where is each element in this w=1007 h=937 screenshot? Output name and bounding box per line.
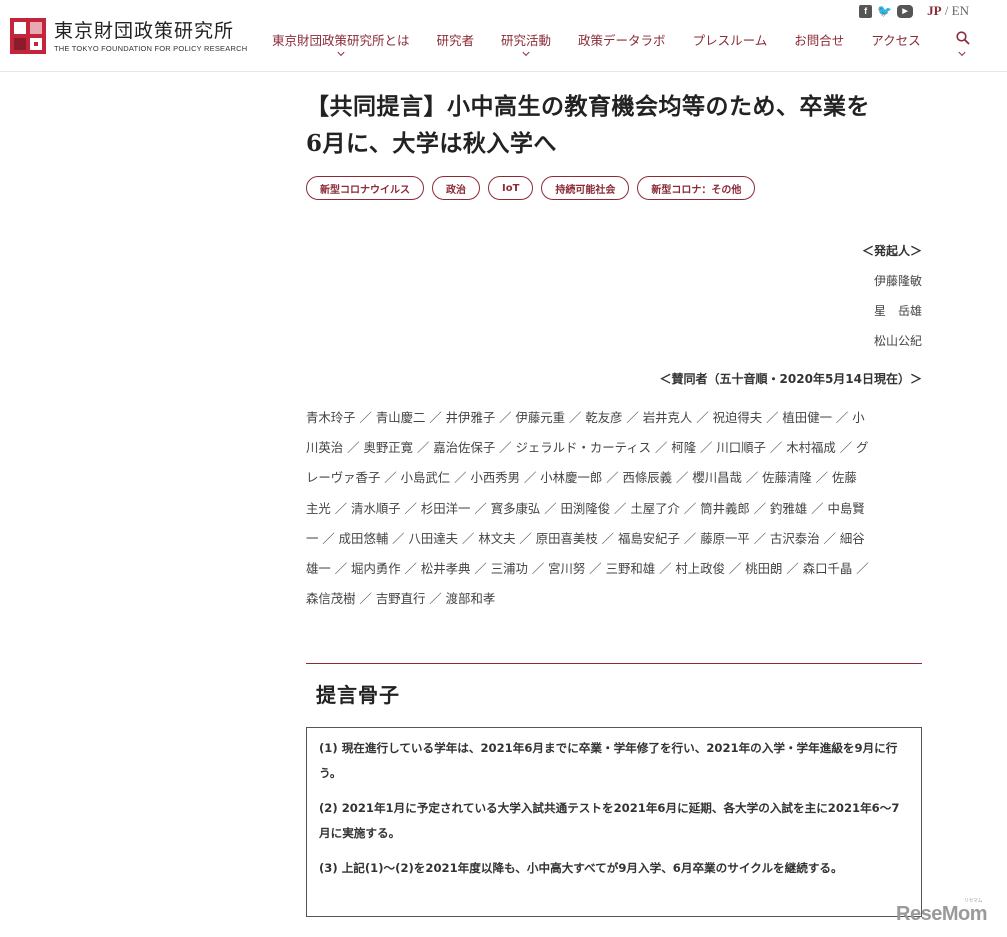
article-title: 【共同提言】小中高生の教育機会均等のため、卒業を 6月に、大学は秋入学へ — [306, 88, 922, 162]
initiator-name: 松山公紀 — [873, 334, 922, 348]
tag-item[interactable]: 政治 — [432, 176, 480, 200]
logo-mark-icon — [10, 18, 46, 54]
social-links: f 🐦 ▶ — [859, 4, 914, 18]
supporters-line: 主光 ／ 清水順子 ／ 杉田洋一 ／ 寳多康弘 ／ 田渕隆俊 ／ 土屋了介 ／ … — [306, 500, 865, 516]
lang-en-link[interactable]: EN — [952, 3, 969, 18]
logo-japanese: 東京財団政策研究所 — [54, 19, 235, 42]
supporters-line: 青木玲子 ／ 青山慶二 ／ 井伊雅子 ／ 伊藤元重 ／ 乾友彦 ／ 岩井克人 ／… — [306, 410, 865, 425]
section-divider — [306, 663, 922, 664]
logo-english: THE TOKYO FOUNDATION FOR POLICY RESEARCH — [54, 43, 248, 53]
main-nav: 東京財団政策研究所とは 研究者 研究活動 政策データラボ プレスルーム お問合せ… — [272, 30, 921, 57]
watermark-text: ReseMom — [896, 903, 987, 925]
chevron-down-icon — [337, 48, 345, 57]
nav-research[interactable]: 研究活動 — [501, 30, 552, 57]
supporters-block: ＜賛同者（五十音順・2020年5月14日現在）＞ — [306, 370, 922, 387]
tag-item[interactable]: 新型コロナウイルス — [306, 176, 424, 200]
nav-datalab-label: 政策データラボ — [578, 33, 666, 48]
nav-access-label: アクセス — [871, 33, 921, 48]
initiator-name: 伊藤隆敏 — [873, 274, 922, 288]
nav-research-label: 研究活動 — [501, 33, 552, 48]
supporters-line: 森信茂樹 ／ 吉野直行 ／ 渡部和孝 — [306, 591, 496, 607]
supporters-line: レーヴァ香子 ／ 小島武仁 ／ 小西秀男 ／ 小林慶一郎 ／ 西條辰義 ／ 櫻川… — [306, 470, 857, 486]
nav-contact-label: お問合せ — [794, 33, 845, 48]
supporters-line: 一 ／ 成田悠輔 ／ 八田達夫 ／ 林文夫 ／ 原田喜美枝 ／ 福島安紀子 ／ … — [306, 530, 865, 546]
proposal-item: (2) 2021年1月に予定されている大学入試共通テストを2021年6月に延期、… — [319, 801, 900, 840]
supporters-line: 雄一 ／ 堀内勇作 ／ 松井孝典 ／ 三浦功 ／ 宮川努 ／ 三野和雄 ／ 村上… — [306, 561, 869, 577]
twitter-icon[interactable]: 🐦 — [877, 4, 892, 18]
nav-about[interactable]: 東京財団政策研究所とは — [272, 30, 410, 57]
supporters-list: 青木玲子 ／ 青山慶二 ／ 井伊雅子 ／ 伊藤元重 ／ 乾友彦 ／ 岩井克人 ／… — [306, 403, 922, 614]
nav-contact[interactable]: お問合せ — [794, 30, 844, 49]
nav-press[interactable]: プレスルーム — [693, 30, 768, 49]
lang-jp-link[interactable]: JP — [927, 3, 941, 18]
search-icon — [956, 31, 970, 45]
section-title: 提言骨子 — [316, 683, 400, 707]
tag-item[interactable]: 持続可能社会 — [541, 176, 630, 200]
title-line-1: 【共同提言】小中高生の教育機会均等のため、卒業を — [306, 93, 870, 120]
language-switch: JP / EN — [927, 3, 969, 19]
initiator-name: 星 岳雄 — [873, 304, 922, 318]
facebook-icon[interactable]: f — [859, 4, 873, 18]
supporters-header: ＜賛同者（五十音順・2020年5月14日現在）＞ — [659, 372, 922, 386]
tag-list: 新型コロナウイルス 政治 IoT 持続可能社会 新型コロナ：その他 — [306, 176, 922, 200]
initiators-header: ＜発起人＞ — [861, 244, 922, 258]
proposal-item: (1) 現在進行している学年は、2021年6月までに卒業・学年修了を行い、202… — [319, 741, 898, 780]
nav-datalab[interactable]: 政策データラボ — [578, 30, 666, 49]
nav-researchers[interactable]: 研究者 — [437, 30, 475, 49]
youtube-icon[interactable]: ▶ — [897, 4, 914, 18]
watermark-small: リセマム — [964, 898, 983, 904]
resemom-watermark: ReseMom リセマム — [896, 898, 987, 926]
title-line-2: 6月に、大学は秋入学へ — [306, 130, 557, 157]
proposal-item: (3) 上記(1)〜(2)を2021年度以降も、小中高大すべてが9月入学、6月卒… — [319, 861, 843, 875]
nav-about-label: 東京財団政策研究所とは — [272, 33, 410, 48]
site-header: 東京財団政策研究所 THE TOKYO FOUNDATION FOR POLIC… — [0, 0, 1007, 72]
site-logo[interactable]: 東京財団政策研究所 THE TOKYO FOUNDATION FOR POLIC… — [10, 18, 247, 54]
tag-item[interactable]: 新型コロナ：その他 — [637, 176, 756, 200]
utility-bar: f 🐦 ▶ JP / EN — [859, 3, 969, 19]
tag-item[interactable]: IoT — [488, 176, 534, 200]
nav-access[interactable]: アクセス — [871, 30, 920, 49]
nav-press-label: プレスルーム — [692, 33, 768, 48]
supporters-line: 川英治 ／ 奥野正寛 ／ 嘉治佐保子 ／ ジェラルド・カーティス ／ 柯隆 ／ … — [306, 440, 869, 456]
proposal-box: (1) 現在進行している学年は、2021年6月までに卒業・学年修了を行い、202… — [306, 727, 922, 917]
article: 【共同提言】小中高生の教育機会均等のため、卒業を 6月に、大学は秋入学へ 新型コ… — [306, 88, 922, 614]
initiators-block: ＜発起人＞ 伊藤隆敏 星 岳雄 松山公紀 — [306, 236, 922, 356]
lang-separator: / — [941, 3, 952, 18]
chevron-down-icon — [522, 48, 530, 57]
nav-researchers-label: 研究者 — [436, 33, 475, 48]
chevron-down-icon — [958, 48, 966, 57]
search-button[interactable] — [956, 30, 970, 57]
